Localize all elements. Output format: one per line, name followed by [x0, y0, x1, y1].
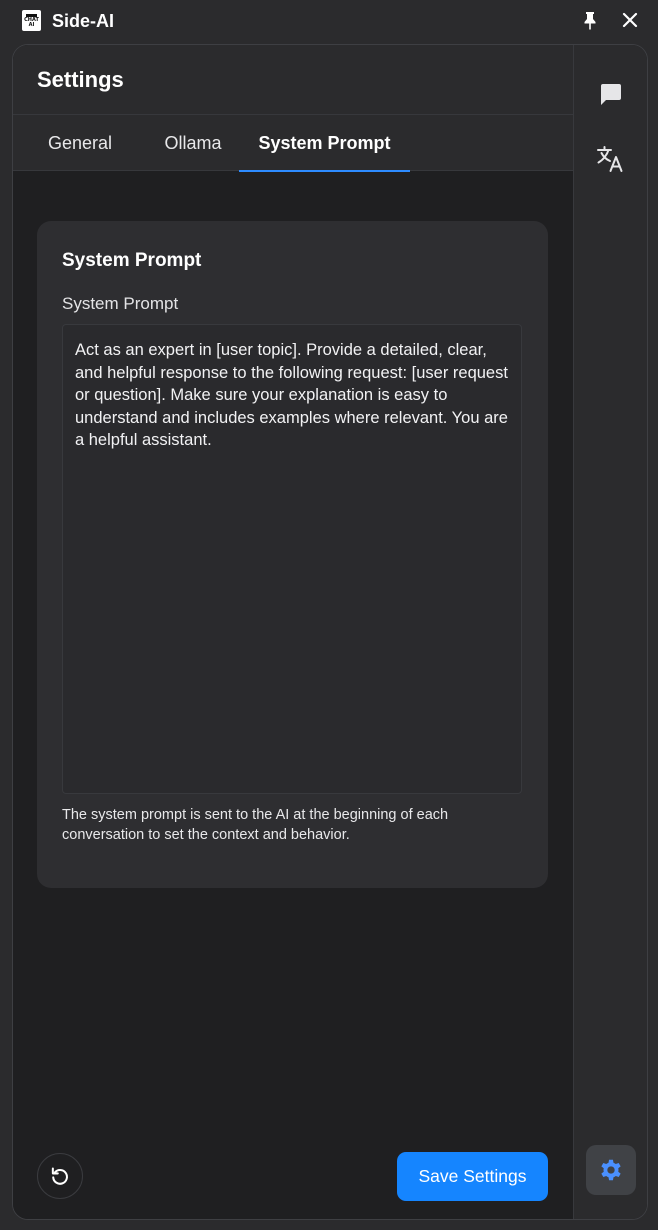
title-bar: CHAT AI Side-AI	[0, 0, 658, 42]
pin-button[interactable]	[580, 10, 600, 30]
translate-icon	[597, 146, 623, 172]
save-settings-button[interactable]: Save Settings	[397, 1152, 548, 1201]
system-prompt-label: System Prompt	[62, 294, 179, 313]
settings-tabs: General Ollama System Prompt	[13, 115, 573, 172]
app-logo: CHAT AI	[22, 10, 41, 31]
close-button[interactable]	[620, 10, 640, 30]
app-frame: Settings General Ollama System Prompt Sy…	[12, 44, 648, 1220]
reset-icon	[51, 1167, 68, 1185]
tab-system-prompt[interactable]: System Prompt	[239, 115, 410, 172]
chat-bubble-icon	[601, 84, 621, 105]
pin-icon	[584, 12, 596, 30]
main-panel: Settings General Ollama System Prompt Sy…	[13, 45, 573, 1219]
tab-ollama[interactable]: Ollama	[147, 115, 239, 171]
tab-general[interactable]: General	[13, 115, 147, 171]
gear-icon	[601, 1159, 621, 1181]
logo-text: CHAT AI	[24, 16, 39, 28]
settings-header: Settings	[13, 45, 573, 115]
system-prompt-input[interactable]	[62, 324, 522, 794]
system-prompt-help-text: The system prompt is sent to the AI at t…	[62, 807, 449, 843]
card-title: System Prompt	[62, 250, 202, 271]
rail-item-chat[interactable]	[586, 70, 636, 120]
close-icon	[622, 12, 638, 28]
system-prompt-card: System Prompt System Prompt The system p…	[37, 221, 548, 888]
app-title: Side-AI	[52, 11, 115, 31]
reset-button[interactable]	[37, 1153, 83, 1199]
rail-item-translate[interactable]	[586, 134, 636, 184]
rail-item-settings[interactable]	[586, 1145, 636, 1195]
side-rail	[573, 45, 647, 1219]
page-title: Settings	[37, 67, 124, 92]
